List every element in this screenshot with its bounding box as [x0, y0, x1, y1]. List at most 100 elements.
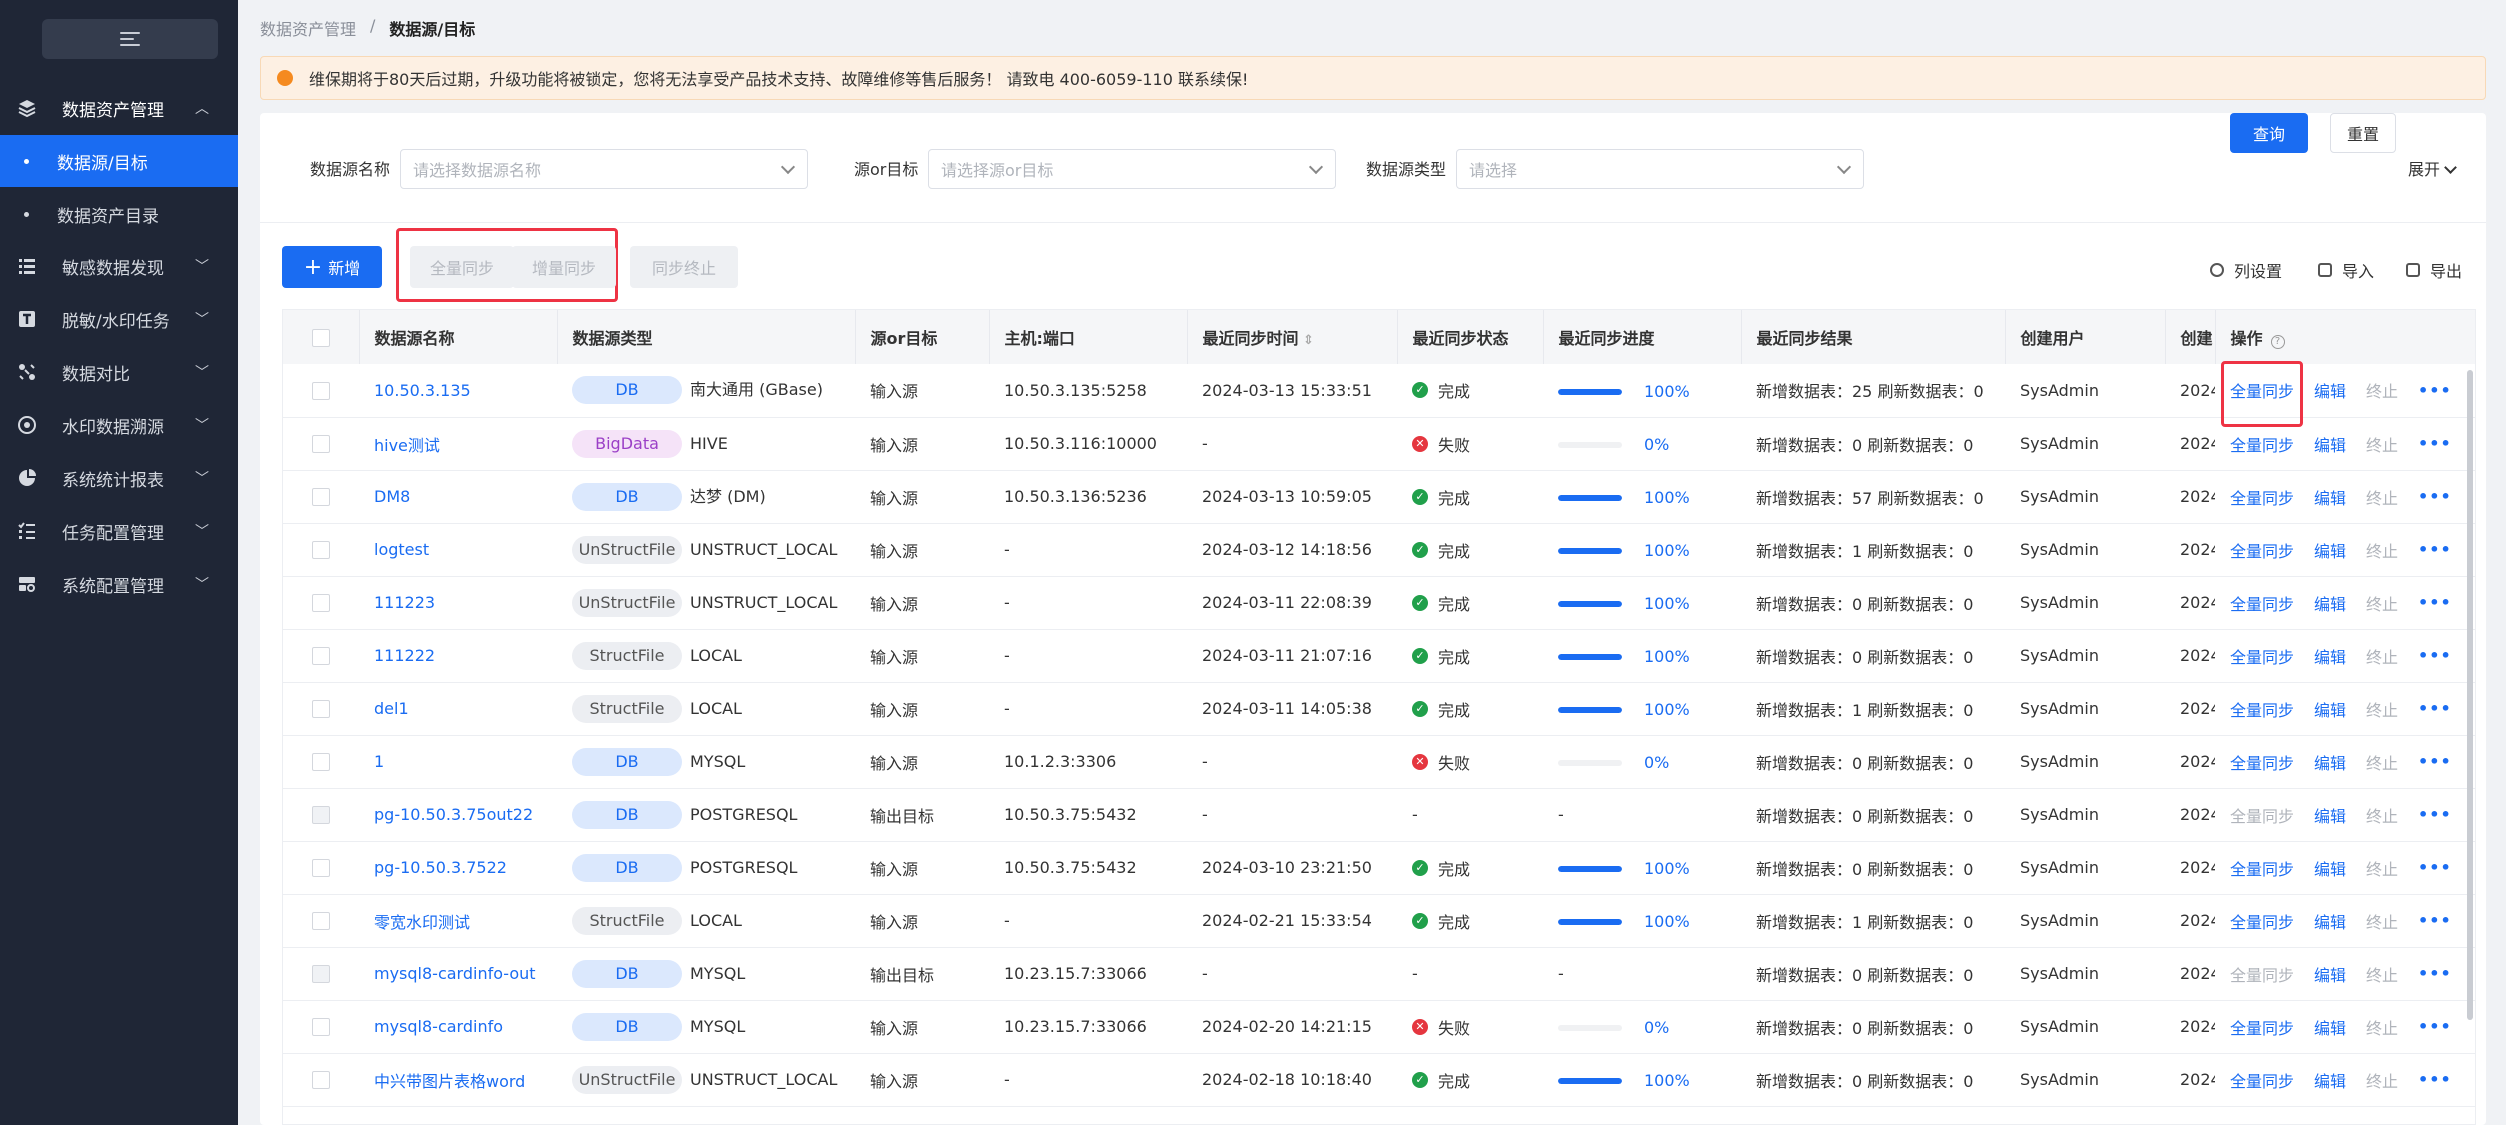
full-sync-action[interactable]: 全量同步: [2230, 591, 2294, 615]
source-name-link[interactable]: mysql8-cardinfo-out: [374, 964, 536, 983]
more-actions-icon[interactable]: •••: [2418, 911, 2452, 930]
stop-action[interactable]: 终止: [2366, 962, 2398, 986]
source-name-link[interactable]: del1: [374, 699, 409, 718]
breadcrumb-parent[interactable]: 数据资产管理: [260, 16, 356, 40]
more-actions-icon[interactable]: •••: [2418, 487, 2452, 506]
more-actions-icon[interactable]: •••: [2418, 699, 2452, 718]
more-actions-icon[interactable]: •••: [2418, 752, 2452, 771]
sidebar-menu-6[interactable]: 系统统计报表 ﹀: [0, 452, 238, 504]
row-checkbox[interactable]: [312, 965, 330, 984]
select-all-checkbox[interactable]: [311, 328, 330, 347]
row-checkbox[interactable]: [312, 488, 330, 507]
stop-action[interactable]: 终止: [2366, 1015, 2398, 1039]
edit-action[interactable]: 编辑: [2314, 1015, 2346, 1039]
stop-action[interactable]: 终止: [2366, 432, 2398, 456]
stop-action[interactable]: 终止: [2366, 591, 2398, 615]
sidebar-menu-5[interactable]: 水印数据溯源 ﹀: [0, 399, 238, 451]
full-sync-action[interactable]: 全量同步: [2230, 803, 2294, 827]
stop-action[interactable]: 终止: [2366, 378, 2398, 402]
full-sync-action[interactable]: 全量同步: [2230, 644, 2294, 668]
source-name-link[interactable]: hive测试: [374, 436, 440, 455]
row-checkbox[interactable]: [312, 594, 330, 613]
source-name-select[interactable]: 请选择数据源名称: [400, 149, 808, 189]
help-icon[interactable]: ?: [2270, 335, 2285, 349]
full-sync-action[interactable]: 全量同步: [2230, 485, 2294, 509]
column-header-5[interactable]: 最近同步时间 ⇕: [1187, 310, 1398, 364]
collapse-menu-button[interactable]: [42, 19, 218, 59]
more-actions-icon[interactable]: •••: [2418, 593, 2452, 612]
more-actions-icon[interactable]: •••: [2418, 805, 2452, 824]
row-checkbox[interactable]: [312, 382, 330, 400]
full-sync-action[interactable]: 全量同步: [2230, 697, 2294, 721]
more-actions-icon[interactable]: •••: [2418, 964, 2452, 983]
query-button[interactable]: 查询: [2230, 113, 2308, 153]
edit-action[interactable]: 编辑: [2314, 644, 2346, 668]
row-checkbox[interactable]: [312, 541, 330, 560]
export-button[interactable]: 导出: [2406, 258, 2462, 282]
full-sync-button[interactable]: 全量同步: [410, 246, 514, 288]
sidebar-menu-8[interactable]: 系统配置管理 ﹀: [0, 558, 238, 610]
more-actions-icon[interactable]: •••: [2418, 1017, 2452, 1036]
row-checkbox[interactable]: [312, 912, 330, 931]
source-type-select[interactable]: 请选择: [1456, 149, 1864, 189]
source-name-link[interactable]: logtest: [374, 540, 429, 559]
more-actions-icon[interactable]: •••: [2418, 1070, 2452, 1089]
stop-action[interactable]: 终止: [2366, 697, 2398, 721]
full-sync-action[interactable]: 全量同步: [2230, 1068, 2294, 1092]
row-checkbox[interactable]: [312, 859, 330, 878]
sidebar-menu-2[interactable]: 敏感数据发现 ﹀: [0, 240, 238, 292]
stop-action[interactable]: 终止: [2366, 803, 2398, 827]
stop-action[interactable]: 终止: [2366, 909, 2398, 933]
source-name-link[interactable]: 零宽水印测试: [374, 913, 470, 932]
source-name-link[interactable]: 111223: [374, 593, 435, 612]
stop-action[interactable]: 终止: [2366, 644, 2398, 668]
sort-icon[interactable]: ⇕: [1299, 333, 1314, 348]
row-checkbox[interactable]: [312, 700, 330, 719]
edit-action[interactable]: 编辑: [2314, 962, 2346, 986]
edit-action[interactable]: 编辑: [2314, 856, 2346, 880]
edit-action[interactable]: 编辑: [2314, 1068, 2346, 1092]
more-actions-icon[interactable]: •••: [2418, 434, 2452, 453]
source-name-link[interactable]: pg-10.50.3.75out22: [374, 805, 533, 824]
full-sync-action[interactable]: 全量同步: [2230, 750, 2294, 774]
vertical-scrollbar[interactable]: [2467, 370, 2473, 1020]
more-actions-icon[interactable]: •••: [2418, 381, 2452, 400]
row-checkbox[interactable]: [312, 806, 330, 825]
full-sync-action[interactable]: 全量同步: [2230, 432, 2294, 456]
source-name-link[interactable]: 中兴带图片表格word: [374, 1072, 525, 1091]
more-actions-icon[interactable]: •••: [2418, 858, 2452, 877]
stop-action[interactable]: 终止: [2366, 1068, 2398, 1092]
source-name-link[interactable]: 1: [374, 752, 384, 771]
stop-action[interactable]: 终止: [2366, 856, 2398, 880]
source-name-link[interactable]: pg-10.50.3.7522: [374, 858, 507, 877]
edit-action[interactable]: 编辑: [2314, 803, 2346, 827]
edit-action[interactable]: 编辑: [2314, 697, 2346, 721]
sync-stop-button[interactable]: 同步终止: [630, 246, 738, 288]
edit-action[interactable]: 编辑: [2314, 485, 2346, 509]
sidebar-subitem-1[interactable]: 数据源/目标: [0, 135, 238, 187]
stop-action[interactable]: 终止: [2366, 750, 2398, 774]
full-sync-action[interactable]: 全量同步: [2230, 1015, 2294, 1039]
full-sync-action[interactable]: 全量同步: [2230, 909, 2294, 933]
edit-action[interactable]: 编辑: [2314, 432, 2346, 456]
edit-action[interactable]: 编辑: [2314, 378, 2346, 402]
import-button[interactable]: 导入: [2318, 258, 2374, 282]
incremental-sync-button[interactable]: 增量同步: [512, 246, 616, 288]
edit-action[interactable]: 编辑: [2314, 591, 2346, 615]
column-settings-button[interactable]: 列设置: [2210, 258, 2282, 282]
row-checkbox[interactable]: [312, 753, 330, 772]
more-actions-icon[interactable]: •••: [2418, 646, 2452, 665]
reset-button[interactable]: 重置: [2330, 113, 2396, 153]
source-name-link[interactable]: DM8: [374, 487, 410, 506]
sidebar-menu-3[interactable]: 脱敏/水印任务 ﹀: [0, 293, 238, 345]
expand-toggle[interactable]: 展开: [2408, 156, 2457, 180]
row-checkbox[interactable]: [312, 647, 330, 666]
edit-action[interactable]: 编辑: [2314, 750, 2346, 774]
row-checkbox[interactable]: [312, 1018, 330, 1037]
sidebar-menu-1[interactable]: 数据资产管理 ︿: [0, 82, 238, 134]
sidebar-subitem-2[interactable]: 数据资产目录: [0, 188, 238, 240]
edit-action[interactable]: 编辑: [2314, 909, 2346, 933]
full-sync-action[interactable]: 全量同步: [2230, 856, 2294, 880]
full-sync-action[interactable]: 全量同步: [2230, 962, 2294, 986]
row-checkbox[interactable]: [312, 435, 330, 454]
